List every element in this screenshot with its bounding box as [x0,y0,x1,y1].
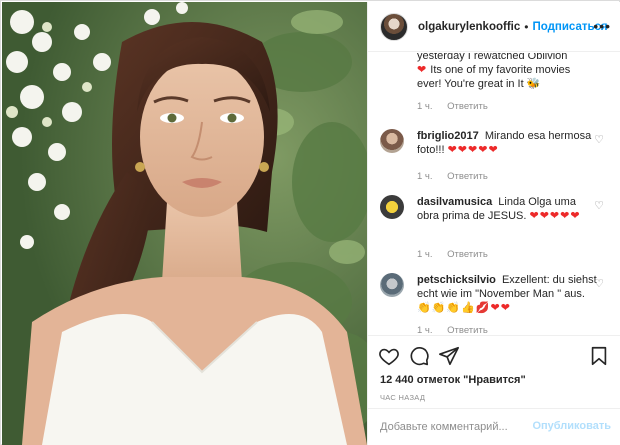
likes-count[interactable]: 12 440 отметок "Нравится" [380,374,526,386]
portrait-photo-illustration [2,2,367,445]
like-comment-icon[interactable]: ♡ [594,133,604,146]
reply-button[interactable]: Ответить [447,249,488,260]
reply-button[interactable]: Ответить [447,325,488,335]
like-comment-icon[interactable]: ♡ [594,199,604,212]
like-comment-icon[interactable]: ♡ [594,277,604,290]
hearts-emoji-icon: ❤❤❤❤❤ [447,144,499,156]
comment-item: yesterday I rewatched Oblivion ❤ Its one… [380,53,612,115]
more-options-icon[interactable]: ••• [593,18,611,34]
post-actions [368,335,620,375]
bookmark-icon[interactable] [588,345,610,367]
commenter-avatar[interactable] [380,195,404,219]
comment-input[interactable] [380,418,540,436]
comments-list[interactable]: yesterday I rewatched Oblivion ❤ Its one… [368,53,620,335]
comment-text: petschicksilvio Exzellent: du siehst ech… [417,273,597,315]
comment-meta: 1 ч. Ответить [417,325,500,335]
comment-text-line1: yesterday I rewatched Oblivion [417,53,568,62]
comment-icon[interactable] [408,345,430,367]
comment-meta: 1 ч. Ответить [417,249,500,260]
paper-plane-icon[interactable] [438,345,460,367]
instagram-post-frame: olgakurylenkooffic • Подписаться ••• yes… [0,0,620,445]
header-separator: • [524,19,529,34]
reply-button[interactable]: Ответить [447,101,488,112]
bee-emoji-icon: 🐝 [526,78,541,90]
comment-time: 1 ч. [417,325,433,335]
comment-text: dasilvamusica Linda Olga uma obra prima … [417,195,597,223]
heart-emoji-icon: ❤ [417,64,428,76]
comment-username[interactable]: fbriglio2017 [417,130,479,142]
author-avatar[interactable] [380,12,408,41]
comment-meta: 1 ч. Ответить [417,171,500,182]
comment-text: yesterday I rewatched Oblivion ❤ Its one… [417,53,597,91]
comment-item: dasilvamusica Linda Olga uma obra prima … [380,195,612,261]
reply-button[interactable]: Ответить [447,171,488,182]
comment-text: fbriglio2017 Mirando esa hermosa foto!!!… [417,129,597,157]
heart-outline-icon[interactable] [378,345,400,367]
comment-username[interactable]: petschicksilvio [417,274,496,286]
comment-username[interactable]: dasilvamusica [417,196,492,208]
commenter-avatar[interactable] [380,273,404,297]
author-username[interactable]: olgakurylenkooffic [418,21,520,33]
hearts-emoji-icon: ❤❤❤❤❤ [529,210,581,222]
post-photo[interactable] [2,2,367,445]
comment-meta: 1 ч. Ответить [417,101,500,112]
publish-button[interactable]: Опубликовать [532,420,611,432]
comment-time: 1 ч. [417,171,433,182]
comment-item: petschicksilvio Exzellent: du siehst ech… [380,273,612,335]
comment-item: fbriglio2017 Mirando esa hermosa foto!!!… [380,129,612,189]
post-date[interactable]: ЧАС НАЗАД [380,393,425,402]
add-comment-bar: Опубликовать [368,408,620,445]
comment-time: 1 ч. [417,101,433,112]
comment-time: 1 ч. [417,249,433,260]
commenter-avatar[interactable] [380,129,404,153]
post-header: olgakurylenkooffic • Подписаться ••• [368,2,620,52]
clap-heart-emoji-icon: 👏👏👏👍💋❤❤ [417,302,511,314]
post-sidebar: olgakurylenkooffic • Подписаться ••• yes… [367,2,620,445]
comment-text-line2: Its one of my favorite movies ever! You'… [417,64,571,90]
